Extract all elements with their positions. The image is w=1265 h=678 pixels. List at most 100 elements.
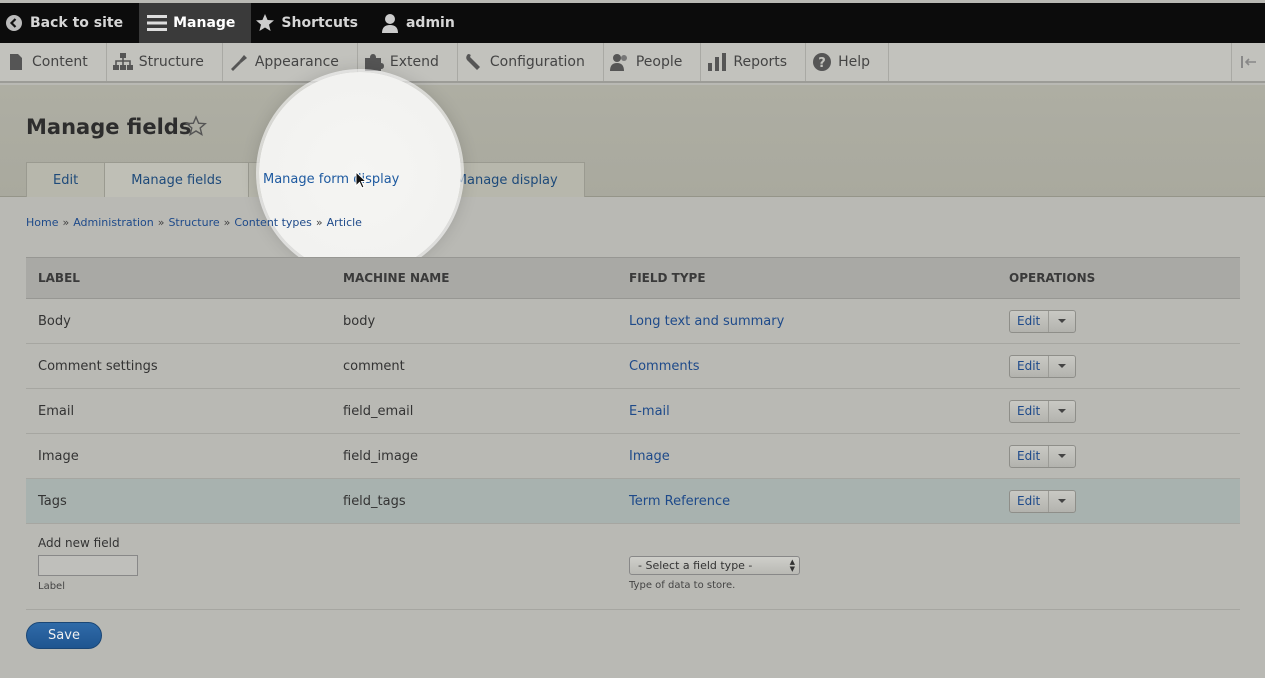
document-icon [6, 52, 26, 72]
menu-appearance-label: Appearance [254, 54, 339, 70]
menu-content[interactable]: Content [0, 43, 107, 81]
table-header: LABEL MACHINE NAME FIELD TYPE OPERATIONS [26, 257, 1240, 299]
sitemap-icon [112, 52, 133, 72]
add-new-field-row: Add new field Label - Select a field typ… [26, 524, 1240, 610]
admin-toolbar: Back to site Manage Shortcuts admin [0, 3, 1265, 43]
menu-structure[interactable]: Structure [107, 43, 223, 81]
row-machine-name: comment [343, 358, 405, 374]
tab-manage-form-display[interactable]: Manage form display [259, 162, 421, 197]
row-machine-name: field_email [343, 403, 414, 419]
operations-dropbutton: Edit [1009, 309, 1077, 333]
field-type-select[interactable]: - Select a field type - ▲ ▼ [629, 556, 800, 575]
user-label: admin [405, 15, 455, 31]
row-field-type-link[interactable]: Long text and summary [629, 314, 784, 329]
row-field-type-link[interactable]: Image [629, 449, 670, 464]
bar-chart-icon [707, 52, 727, 72]
operations-dropbutton: Edit [1009, 444, 1077, 468]
people-icon [609, 52, 630, 72]
operations-dropbutton: Edit [1009, 489, 1077, 513]
row-label: Image [38, 448, 79, 464]
edit-button[interactable]: Edit [1010, 355, 1050, 377]
new-field-label-caption: Label [38, 581, 65, 592]
caret-down-icon [1058, 364, 1067, 368]
table-row: Email field_email E-mail Edit [26, 389, 1240, 434]
row-field-type-link[interactable]: Term Reference [629, 494, 730, 509]
table-row: Body body Long text and summary Edit [26, 299, 1240, 344]
header-label: LABEL [38, 271, 80, 285]
breadcrumb-content-types[interactable]: Content types [234, 216, 312, 229]
page-title: Manage fields [26, 115, 192, 139]
row-label: Email [38, 403, 75, 419]
tab-edit[interactable]: Edit [26, 162, 106, 197]
operations-toggle[interactable] [1049, 401, 1075, 422]
paintbrush-icon [229, 52, 249, 72]
save-button[interactable]: Save [26, 622, 102, 649]
operations-toggle[interactable] [1049, 446, 1075, 467]
wrench-icon [464, 52, 484, 72]
shortcuts-label: Shortcuts [281, 15, 358, 31]
header-operations: OPERATIONS [1009, 271, 1096, 285]
table-row: Comment settings comment Comments Edit [26, 344, 1240, 389]
edit-button[interactable]: Edit [1010, 310, 1050, 332]
field-type-select-value: - Select a field type - [638, 559, 753, 572]
mouse-cursor-icon [355, 171, 367, 189]
user-tab[interactable]: admin [374, 3, 471, 43]
menu-content-label: Content [32, 54, 88, 70]
menu-reports[interactable]: Reports [701, 43, 807, 81]
help-icon: ? [812, 52, 832, 72]
field-type-help: Type of data to store. [629, 580, 736, 591]
star-icon [255, 13, 275, 33]
row-field-type-link[interactable]: E-mail [629, 404, 670, 419]
breadcrumb: Home» Administration» Structure» Content ty… [26, 216, 362, 229]
fields-table: LABEL MACHINE NAME FIELD TYPE OPERATIONS… [26, 257, 1240, 610]
admin-menu-tray: Content Structure Appearance Extend Conf… [0, 43, 1265, 83]
manage-label: Manage [173, 15, 236, 31]
caret-down-icon [1058, 499, 1067, 503]
tab-manage-fields[interactable]: Manage fields [104, 162, 249, 197]
back-to-site-link[interactable]: Back to site [0, 3, 139, 43]
breadcrumb-administration[interactable]: Administration [73, 216, 154, 229]
operations-toggle[interactable] [1049, 491, 1075, 512]
header-machine-name: MACHINE NAME [343, 271, 450, 285]
row-label: Comment settings [38, 358, 158, 374]
shortcuts-tab[interactable]: Shortcuts [251, 3, 374, 43]
table-row: Tags field_tags Term Reference Edit [26, 479, 1240, 524]
operations-toggle[interactable] [1049, 311, 1075, 332]
header-field-type: FIELD TYPE [629, 271, 706, 285]
caret-down-icon [1058, 454, 1067, 458]
menu-structure-label: Structure [138, 54, 204, 70]
user-icon [380, 13, 400, 33]
breadcrumb-structure[interactable]: Structure [168, 216, 219, 229]
menu-extend-label: Extend [389, 54, 439, 70]
hamburger-icon [147, 13, 168, 33]
caret-down-icon [1058, 319, 1067, 323]
svg-text:?: ? [818, 56, 826, 71]
breadcrumb-home[interactable]: Home [26, 216, 58, 229]
new-field-label-input[interactable] [38, 555, 138, 576]
menu-reports-label: Reports [733, 54, 788, 70]
puzzle-icon [364, 52, 384, 72]
row-label: Tags [38, 493, 67, 509]
edit-button[interactable]: Edit [1010, 490, 1050, 512]
add-new-field-title: Add new field [38, 536, 120, 550]
menu-help[interactable]: ? Help [806, 43, 889, 81]
shortcut-star-icon[interactable] [185, 115, 207, 137]
breadcrumb-article[interactable]: Article [327, 216, 362, 229]
menu-people[interactable]: People [604, 43, 702, 81]
tray-orientation-toggle[interactable] [1231, 43, 1265, 81]
menu-configuration[interactable]: Configuration [458, 43, 604, 81]
menu-help-label: Help [838, 54, 870, 70]
row-machine-name: body [343, 313, 376, 329]
chevron-left-circle-icon [4, 13, 24, 33]
row-machine-name: field_image [343, 448, 419, 464]
menu-configuration-label: Configuration [489, 54, 585, 70]
select-arrows-icon: ▲ ▼ [789, 558, 795, 573]
row-field-type-link[interactable]: Comments [629, 359, 699, 374]
operations-dropbutton: Edit [1009, 354, 1077, 378]
manage-tab[interactable]: Manage [139, 3, 252, 43]
back-to-site-label: Back to site [30, 15, 124, 31]
menu-people-label: People [635, 54, 683, 70]
edit-button[interactable]: Edit [1010, 400, 1050, 422]
operations-toggle[interactable] [1049, 356, 1075, 377]
edit-button[interactable]: Edit [1010, 445, 1050, 467]
